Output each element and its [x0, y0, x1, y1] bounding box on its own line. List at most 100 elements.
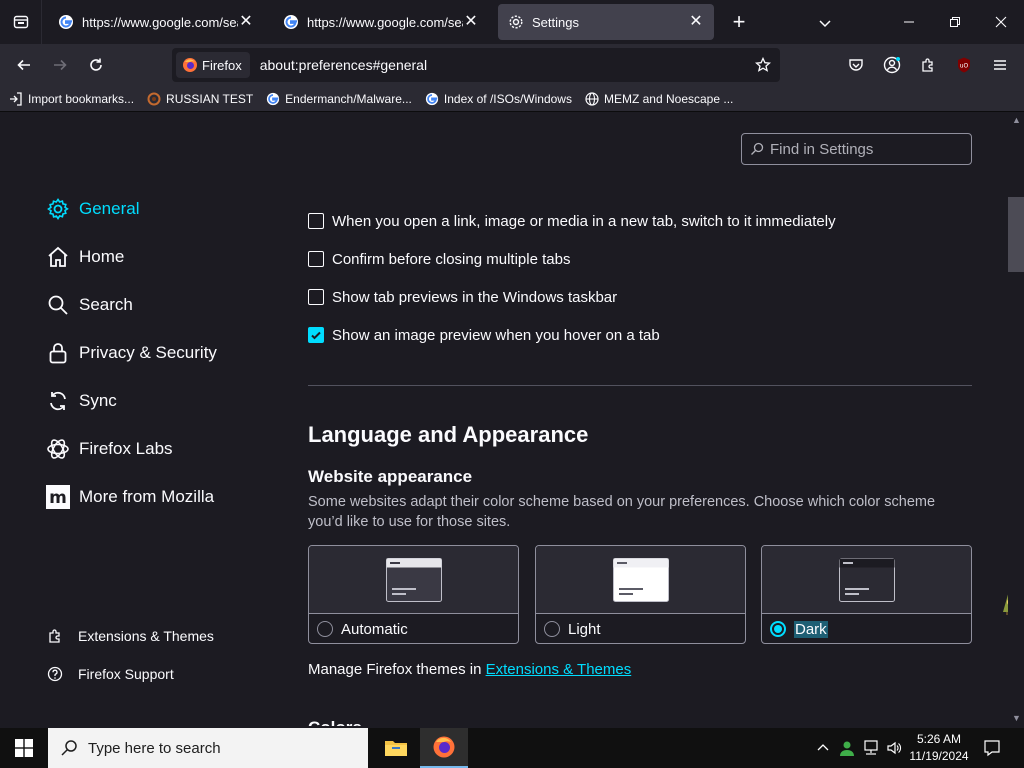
category-home[interactable]: Home	[46, 241, 124, 273]
dark-preview	[762, 546, 971, 614]
svg-text:m: m	[49, 488, 67, 508]
bookmark-endermanch[interactable]: Endermanch/Malware...	[265, 91, 412, 107]
tab-google-1[interactable]: https://www.google.com/search ✕	[48, 4, 264, 40]
hover-preview-checkbox[interactable]: Show an image preview when you hover on …	[308, 324, 660, 346]
appearance-option-light[interactable]: Light	[535, 545, 746, 644]
bookmark-index-isos[interactable]: Index of /ISOs/Windows	[424, 91, 572, 107]
network-button[interactable]	[860, 728, 882, 768]
chevron-up-icon	[817, 744, 829, 751]
option-label: Automatic	[341, 620, 408, 638]
restore-button[interactable]	[932, 0, 978, 44]
pocket-button[interactable]	[841, 50, 871, 80]
radio-button-selected[interactable]	[770, 621, 786, 637]
switch-to-new-tab-checkbox[interactable]: When you open a link, image or media in …	[308, 210, 836, 232]
scrollbar-thumb[interactable]	[1008, 197, 1024, 272]
category-search[interactable]: Search	[46, 289, 133, 321]
chevron-down-icon	[819, 20, 831, 28]
extensions-themes-inline-link[interactable]: Extensions & Themes	[486, 661, 632, 678]
tab-settings[interactable]: Settings ✕	[498, 4, 714, 40]
tray-app-button[interactable]	[836, 728, 858, 768]
appearance-option-dark[interactable]: Dark	[761, 545, 972, 644]
url-text[interactable]: about:preferences#general	[260, 57, 748, 73]
notifications-button[interactable]	[976, 728, 1008, 768]
checkbox-checked[interactable]	[308, 327, 324, 343]
start-button[interactable]	[0, 728, 48, 768]
appearance-option-automatic[interactable]: Automatic	[308, 545, 519, 644]
network-icon	[864, 740, 878, 755]
checkbox-label: Confirm before closing multiple tabs	[332, 250, 571, 268]
ublock-button[interactable]: uO	[949, 50, 979, 80]
footer-link-label: Extensions & Themes	[78, 628, 214, 644]
folder-icon	[385, 741, 407, 756]
forward-arrow-icon	[54, 59, 67, 71]
new-tab-button[interactable]: +	[726, 10, 752, 36]
category-label: Search	[79, 295, 133, 314]
taskbar-previews-checkbox[interactable]: Show tab previews in the Windows taskbar	[308, 286, 617, 308]
close-window-button[interactable]	[978, 0, 1024, 44]
find-in-settings-input[interactable]: Find in Settings	[741, 133, 972, 165]
bookmark-russian-test[interactable]: RUSSIAN TEST	[146, 91, 253, 107]
minimize-button[interactable]	[886, 0, 932, 44]
manage-themes-text: Manage Firefox themes in Extensions & Th…	[308, 661, 631, 678]
bookmark-star-button[interactable]	[748, 50, 778, 80]
option-label: Dark	[794, 620, 828, 638]
globe-icon	[585, 91, 599, 106]
category-firefox-labs[interactable]: Firefox Labs	[46, 433, 173, 465]
taskbar-firefox[interactable]	[420, 728, 468, 768]
identity-label: Firefox	[202, 57, 242, 73]
firefox-support-link[interactable]: Firefox Support	[46, 662, 174, 686]
windows-taskbar: Type here to search 5:26 AM 11/19/2024	[0, 728, 1024, 768]
home-icon	[48, 246, 68, 267]
section-divider	[308, 385, 972, 386]
forward-button[interactable]	[45, 50, 75, 80]
category-general[interactable]: General	[46, 193, 139, 225]
extensions-button[interactable]	[913, 50, 943, 80]
checkbox-label: Show an image preview when you hover on …	[332, 326, 660, 344]
help-icon	[47, 666, 63, 682]
close-tab-icon[interactable]: ✕	[688, 14, 704, 30]
extensions-themes-link[interactable]: Extensions & Themes	[46, 624, 214, 648]
account-button[interactable]	[877, 50, 907, 80]
back-button[interactable]	[9, 50, 39, 80]
category-sync[interactable]: Sync	[46, 385, 117, 417]
google-icon	[267, 92, 280, 105]
bookmark-import[interactable]: Import bookmarks...	[8, 91, 134, 107]
taskbar-file-explorer[interactable]	[372, 728, 420, 768]
category-privacy-security[interactable]: Privacy & Security	[46, 337, 217, 369]
checkbox[interactable]	[308, 289, 324, 305]
address-bar[interactable]: Firefox about:preferences#general	[172, 48, 780, 82]
notification-icon	[984, 740, 1000, 757]
list-all-tabs-button[interactable]	[812, 10, 838, 36]
checkbox[interactable]	[308, 251, 324, 267]
sync-icon	[50, 391, 66, 411]
gear-icon	[509, 15, 523, 29]
firefox-view-button[interactable]	[0, 0, 42, 44]
category-label: Firefox Labs	[79, 439, 173, 458]
close-tab-icon[interactable]: ✕	[238, 14, 254, 30]
close-tab-icon[interactable]: ✕	[463, 14, 479, 30]
app-menu-button[interactable]	[985, 50, 1015, 80]
page-scrollbar[interactable]: ▲ ▼	[1008, 112, 1024, 728]
taskbar-search-box[interactable]: Type here to search	[48, 728, 368, 768]
category-more-from-mozilla[interactable]: m More from Mozilla	[46, 481, 214, 513]
website-appearance-description: Some websites adapt their color scheme b…	[308, 494, 936, 530]
navigation-toolbar: Firefox about:preferences#general uO	[0, 44, 1024, 86]
show-hidden-icons-button[interactable]	[812, 728, 834, 768]
radio-button[interactable]	[544, 621, 560, 637]
bookmark-memz[interactable]: MEMZ and Noescape ...	[584, 91, 733, 107]
taskbar-clock[interactable]: 5:26 AM 11/19/2024	[904, 731, 974, 765]
volume-button[interactable]	[884, 728, 904, 768]
site-icon	[147, 92, 161, 105]
radio-button[interactable]	[317, 621, 333, 637]
reload-button[interactable]	[81, 50, 111, 80]
dark-theme-preview-icon	[838, 557, 895, 602]
back-arrow-icon	[17, 59, 30, 71]
language-appearance-heading: Language and Appearance	[308, 422, 589, 447]
identity-box[interactable]: Firefox	[176, 52, 250, 78]
tab-google-2[interactable]: https://www.google.com/search ✕	[273, 4, 489, 40]
tab-strip: https://www.google.com/search ✕ https://…	[0, 0, 1024, 44]
taskbar-search-placeholder: Type here to search	[88, 739, 221, 757]
confirm-close-tabs-checkbox[interactable]: Confirm before closing multiple tabs	[308, 248, 570, 270]
reload-icon	[90, 58, 102, 71]
checkbox[interactable]	[308, 213, 324, 229]
